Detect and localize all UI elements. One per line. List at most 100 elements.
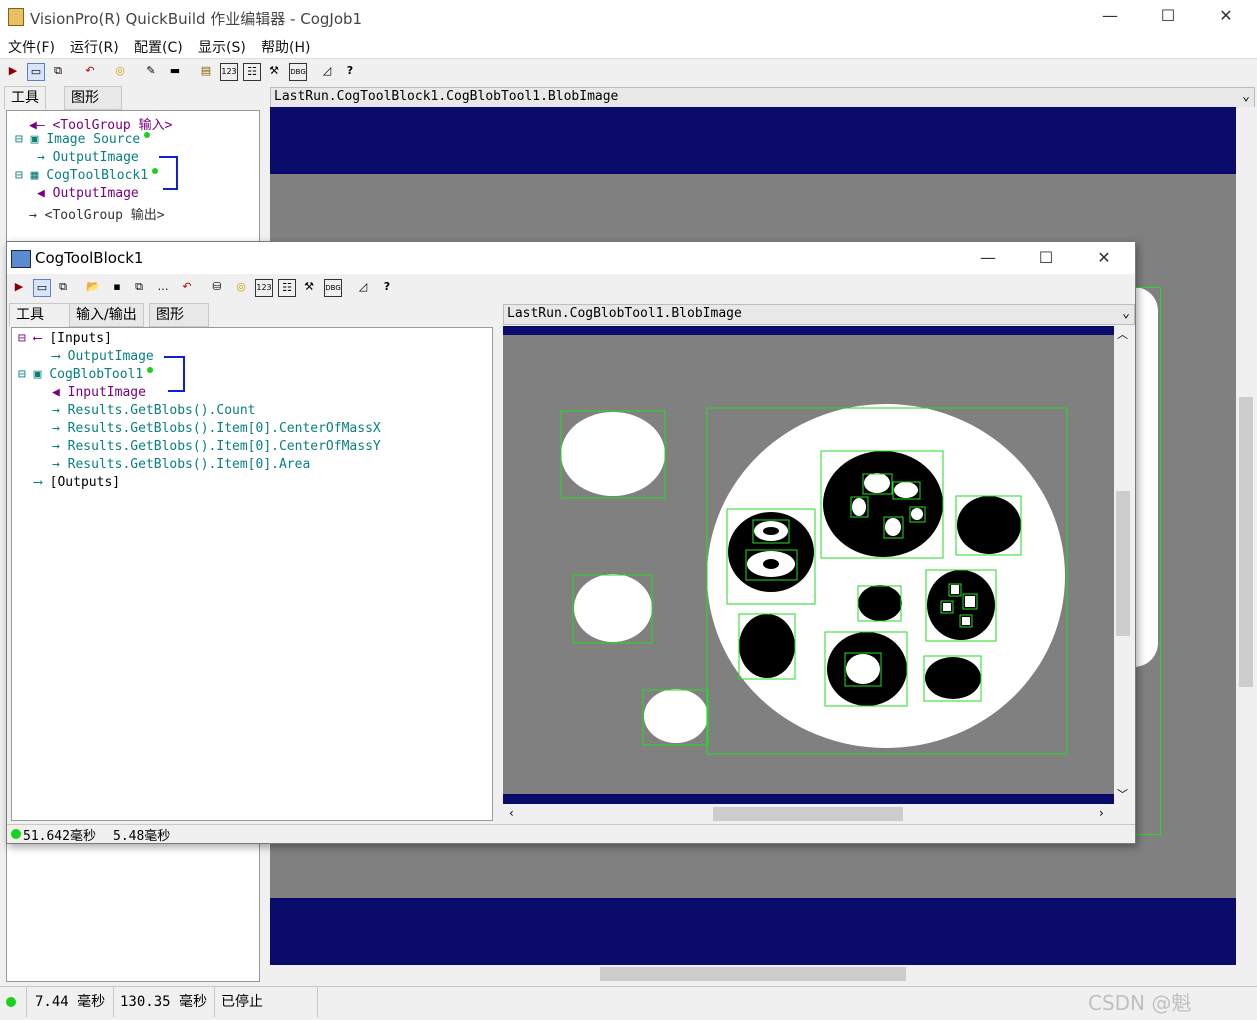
copy-icon[interactable]: ⧉: [131, 279, 147, 295]
main-tab-graphics[interactable]: 图形: [64, 86, 122, 110]
open-icon[interactable]: 📂: [85, 279, 101, 295]
main-status-bar: 7.44 毫秒 130.35 毫秒 已停止 CSDN @魁: [0, 986, 1257, 1020]
menu-help[interactable]: 帮助(H): [261, 37, 310, 57]
run-icon[interactable]: ▶: [5, 63, 21, 79]
child-tool-tree: ⊟ ⟵ [Inputs] ⟶ OutputImage ⊟ ▣ CogBlobTo…: [11, 327, 493, 821]
tool-icon[interactable]: ⧉: [50, 63, 66, 79]
stop-icon[interactable]: ▬: [167, 63, 183, 79]
database-icon[interactable]: ⛁: [209, 279, 225, 295]
scroll-up-icon[interactable]: ︿: [1117, 326, 1128, 342]
tools-icon[interactable]: ⚒: [266, 63, 282, 79]
tools-icon[interactable]: ⚒: [301, 279, 317, 295]
main-menu-bar: 文件(F) 运行(R) 配置(C) 显示(S) 帮助(H): [0, 34, 1257, 59]
main-toolbar: ▶ ▭ ⧉ ↶ ◎ ✎ ▬ ▤ 123 ☷ ⚒ DBG ◿ ?: [0, 59, 1257, 85]
child-toolbar: ▶ ▭ ⧉ 📂 ▪ ⧉ … ↶ ⛁ ◎ 123 ☷ ⚒ DBG ◿ ?: [7, 275, 1135, 301]
save-icon[interactable]: ▪: [109, 279, 125, 295]
help-icon[interactable]: ?: [342, 63, 358, 79]
tree-item-output[interactable]: → <ToolGroup 输出>: [29, 204, 165, 223]
status-dot: [147, 367, 154, 373]
tree-item-output-image-2[interactable]: ◀ OutputImage: [37, 186, 139, 201]
scroll-thumb[interactable]: [600, 967, 906, 981]
main-minimize-button[interactable]: —: [1081, 0, 1139, 34]
scroll-down-icon[interactable]: ﹀: [1117, 786, 1128, 802]
grid-icon[interactable]: ☷: [278, 279, 296, 297]
tree-item-result-cmx[interactable]: → Results.GetBlobs().Item[0].CenterOfMas…: [52, 421, 381, 436]
watermark: CSDN @魁: [1088, 991, 1192, 1015]
tree-item-result-area[interactable]: → Results.GetBlobs().Item[0].Area: [52, 457, 310, 472]
live-icon[interactable]: ◎: [233, 279, 249, 295]
scroll-right-icon[interactable]: ›: [1099, 806, 1104, 820]
run-icon[interactable]: ▶: [11, 279, 27, 295]
main-horizontal-scrollbar[interactable]: [270, 965, 1236, 983]
menu-run[interactable]: 运行(R): [70, 37, 119, 57]
tree-item-input[interactable]: ◀‒ <ToolGroup 输入>: [29, 114, 172, 133]
status-led-icon: [11, 829, 21, 839]
navy-band-top: [270, 107, 1236, 174]
grid-icon[interactable]: ☷: [243, 63, 261, 81]
number-icon[interactable]: 123: [220, 63, 238, 81]
tree-item-blob-tool[interactable]: ⊟ ▣ CogBlobTool1: [18, 367, 154, 382]
tool-icon[interactable]: ⧉: [55, 279, 71, 295]
child-title-bar: CogToolBlock1 — ☐ ✕: [7, 242, 1135, 274]
chart-icon[interactable]: ◿: [319, 63, 335, 79]
tree-item-input-image[interactable]: ◀ InputImage: [52, 385, 146, 400]
child-tab-graphics[interactable]: 图形: [149, 303, 209, 327]
child-horizontal-scrollbar[interactable]: ‹ ›: [503, 805, 1114, 823]
main-close-button[interactable]: ✕: [1197, 0, 1255, 34]
tree-item-output-image-1[interactable]: → OutputImage: [37, 150, 139, 165]
chevron-down-icon[interactable]: ⌄: [1242, 88, 1250, 106]
dbg-icon[interactable]: DBG: [289, 63, 307, 81]
chevron-down-icon[interactable]: ⌄: [1122, 305, 1130, 323]
tree-item-inputs[interactable]: ⊟ ⟵ [Inputs]: [18, 331, 112, 346]
notepad-icon[interactable]: ▤: [198, 63, 214, 79]
menu-view[interactable]: 显示(S): [198, 37, 246, 57]
toolblock-icon: [11, 250, 31, 268]
tree-item-inputs-label: [Inputs]: [49, 331, 112, 346]
dbg-icon[interactable]: DBG: [324, 279, 342, 297]
child-window-title: CogToolBlock1: [35, 249, 144, 267]
tree-item-result-cmy[interactable]: → Results.GetBlobs().Item[0].CenterOfMas…: [52, 439, 381, 454]
child-close-button[interactable]: ✕: [1075, 242, 1133, 276]
tree-item-toolblock[interactable]: ⊟ ▦ CogToolBlock1: [15, 168, 159, 183]
blob-image-display[interactable]: [503, 326, 1114, 804]
scroll-thumb[interactable]: [1239, 397, 1253, 687]
child-status-time-2: 5.48毫秒: [113, 829, 171, 844]
display-icon[interactable]: ▭: [27, 63, 45, 81]
chart-icon[interactable]: ◿: [355, 279, 371, 295]
main-vertical-scrollbar[interactable]: [1237, 107, 1255, 965]
child-maximize-button[interactable]: ☐: [1017, 242, 1075, 276]
scroll-thumb[interactable]: [1116, 491, 1130, 636]
tree-item-output-label: <ToolGroup 输出>: [44, 208, 165, 223]
tree-item-result-count[interactable]: → Results.GetBlobs().Count: [52, 403, 256, 418]
child-tab-io[interactable]: 输入/输出: [69, 303, 144, 327]
child-tab-tools[interactable]: 工具: [9, 303, 71, 327]
number-icon[interactable]: 123: [255, 279, 273, 297]
link-bracket: [164, 356, 185, 392]
child-vertical-scrollbar[interactable]: ︿ ﹀: [1114, 326, 1132, 804]
display-icon[interactable]: ▭: [33, 279, 51, 297]
tree-item-image-source[interactable]: ⊟ ▣ Image Source: [15, 132, 151, 147]
tree-item-result-cmy-label: Results.GetBlobs().Item[0].CenterOfMassY: [67, 439, 381, 454]
main-maximize-button[interactable]: ☐: [1139, 0, 1197, 34]
scroll-left-icon[interactable]: ‹: [509, 806, 514, 820]
reset-icon[interactable]: ↶: [82, 63, 98, 79]
reset-icon[interactable]: ↶: [179, 279, 195, 295]
menu-config[interactable]: 配置(C): [134, 37, 183, 57]
tree-item-input-label: <ToolGroup 输入>: [52, 118, 173, 133]
tree-item-output-image[interactable]: ⟶ OutputImage: [52, 349, 154, 364]
help-icon[interactable]: ?: [379, 279, 395, 295]
child-display-path: LastRun.CogBlobTool1.BlobImage ⌄: [503, 304, 1135, 325]
status-time-2: 130.35 毫秒: [114, 987, 215, 1017]
tree-item-image-source-label: Image Source: [46, 132, 141, 147]
edit-icon[interactable]: ✎: [143, 63, 159, 79]
more-icon[interactable]: …: [155, 279, 171, 295]
main-title-bar: VisionPro(R) QuickBuild 作业编辑器 - CogJob1 …: [0, 0, 1257, 34]
main-tab-tools[interactable]: 工具: [4, 86, 46, 110]
menu-file[interactable]: 文件(F): [8, 37, 55, 57]
status-led-icon: [6, 997, 16, 1007]
main-display-path-label: LastRun.CogToolBlock1.CogBlobTool1.BlobI…: [274, 89, 619, 104]
tree-item-outputs[interactable]: ⟶ [Outputs]: [34, 475, 120, 490]
scroll-thumb[interactable]: [713, 807, 903, 821]
child-minimize-button[interactable]: —: [959, 242, 1017, 276]
live-icon[interactable]: ◎: [112, 63, 128, 79]
